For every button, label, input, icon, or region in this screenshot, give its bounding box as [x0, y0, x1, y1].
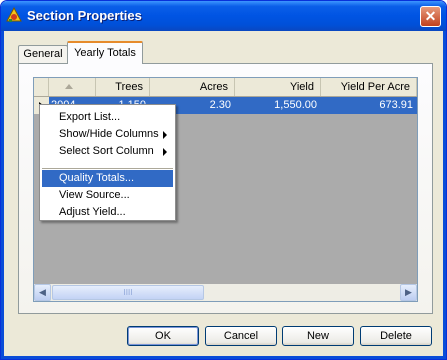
ok-button[interactable]: OK [127, 326, 199, 346]
menu-item-label: Show/Hide Columns [59, 128, 159, 140]
context-menu: Export List... Show/Hide Columns Select … [39, 104, 176, 221]
menu-separator [42, 168, 173, 169]
menu-item-export-list[interactable]: Export List... [42, 109, 173, 126]
menu-item-label: Quality Totals... [59, 172, 134, 184]
window-border-bottom [1, 356, 446, 359]
title-bar[interactable]: Section Properties ✕ [1, 1, 446, 31]
scroll-left-button[interactable]: ◀ [34, 284, 51, 301]
grid-header: Trees Acres Yield Yield Per Acre [34, 78, 417, 97]
column-header-trees[interactable]: Trees [96, 78, 150, 96]
menu-item-quality-totals[interactable]: Quality Totals... [42, 170, 173, 187]
tab-yearly-totals[interactable]: Yearly Totals [67, 41, 143, 64]
column-header-yield[interactable]: Yield [235, 78, 321, 96]
scroll-thumb[interactable]: IIII [52, 285, 204, 300]
grip-icon: IIII [123, 288, 133, 297]
scroll-right-button[interactable]: ▶ [400, 284, 417, 301]
close-icon: ✕ [424, 8, 437, 24]
menu-item-adjust-yield[interactable]: Adjust Yield... [42, 204, 173, 221]
row-header-corner [34, 78, 49, 96]
menu-item-label: Select Sort Column [59, 145, 154, 157]
cell-yield-per-acre[interactable]: 673.91 [321, 97, 417, 114]
menu-item-show-hide-columns[interactable]: Show/Hide Columns [42, 126, 173, 143]
app-icon [6, 7, 22, 22]
cancel-button[interactable]: Cancel [205, 326, 277, 346]
column-header-acres[interactable]: Acres [150, 78, 235, 96]
column-header-yield-per-acre[interactable]: Yield Per Acre [321, 78, 417, 96]
close-button[interactable]: ✕ [420, 6, 441, 27]
menu-item-view-source[interactable]: View Source... [42, 187, 173, 204]
section-properties-window: Section Properties ✕ General Yearly Tota… [0, 0, 447, 360]
new-button[interactable]: New [282, 326, 354, 346]
column-header-year[interactable] [49, 78, 96, 96]
delete-button[interactable]: Delete [360, 326, 432, 346]
menu-item-select-sort-column[interactable]: Select Sort Column [42, 143, 173, 160]
sort-ascending-icon [65, 84, 73, 89]
menu-item-label: Export List... [59, 111, 121, 123]
horizontal-scrollbar[interactable]: ◀ IIII ▶ [34, 284, 417, 301]
menu-item-label: View Source... [59, 189, 130, 201]
tab-general[interactable]: General [18, 45, 68, 63]
menu-item-label: Adjust Yield... [59, 206, 126, 218]
submenu-arrow-icon [163, 148, 167, 156]
window-title: Section Properties [27, 8, 142, 23]
submenu-arrow-icon [163, 131, 167, 139]
window-border-right [443, 31, 446, 359]
window-border-left [1, 31, 4, 359]
scroll-right-icon: ▶ [405, 287, 412, 297]
scroll-left-icon: ◀ [39, 287, 46, 297]
cell-yield[interactable]: 1,550.00 [235, 97, 321, 114]
